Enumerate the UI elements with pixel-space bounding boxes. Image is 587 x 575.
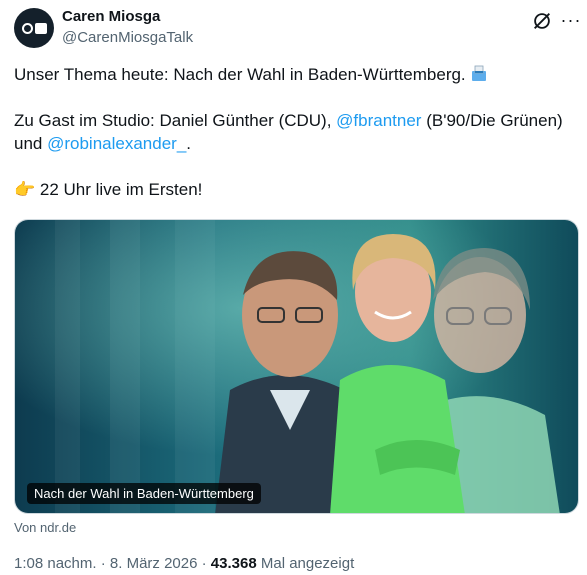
mention-robinalexander[interactable]: @robinalexander_ — [47, 134, 186, 153]
avatar-logo-block — [34, 22, 47, 34]
grok-icon[interactable] — [531, 10, 553, 32]
tweet-line-3: und @robinalexander_. — [14, 132, 579, 155]
avatar[interactable] — [14, 8, 54, 48]
tweet-line-3-suffix: . — [186, 134, 192, 153]
ballot-box-emoji — [472, 65, 487, 81]
avatar-logo-o — [21, 22, 33, 34]
card-image — [15, 220, 578, 513]
mention-fbrantner[interactable]: @fbrantner — [336, 111, 421, 130]
card-title[interactable]: Nach der Wahl in Baden-Württemberg — [27, 483, 261, 504]
separator: · — [96, 555, 110, 572]
tweet-line-3-text: und — [14, 134, 48, 153]
author-name[interactable]: Caren Miosga — [62, 8, 160, 25]
view-count: 43.368 — [210, 555, 257, 572]
tweet-line-1-text: Unser Thema heute: Nach der Wahl in Bade… — [14, 65, 471, 84]
author-handle[interactable]: @CarenMiosgaTalk — [62, 29, 193, 46]
more-icon[interactable]: ··· — [560, 9, 582, 31]
tweet-time[interactable]: 1:08 nachm. — [14, 555, 97, 572]
tweet-meta: 1:08 nachm. · 8. März 2026 · 43.368 Mal … — [14, 555, 354, 572]
tweet-line-4: 👉 22 Uhr live im Ersten! — [14, 178, 579, 201]
card-source[interactable]: Von ndr.de — [14, 520, 76, 535]
tweet-line-2: Zu Gast im Studio: Daniel Günther (CDU),… — [14, 109, 579, 132]
tweet-line-4-text: 22 Uhr live im Ersten! — [35, 180, 203, 199]
tweet-line-2-suffix: (B'90/Die Grünen) — [421, 111, 563, 130]
tweet-line-1: Unser Thema heute: Nach der Wahl in Bade… — [14, 63, 579, 86]
views-label: Mal angezeigt — [256, 555, 355, 572]
tweet-date[interactable]: 8. März 2026 — [110, 555, 198, 572]
tweet-text: Unser Thema heute: Nach der Wahl in Bade… — [14, 63, 579, 201]
pointing-hand-emoji: 👉 — [14, 180, 36, 199]
link-card[interactable]: Nach der Wahl in Baden-Württemberg — [14, 219, 579, 514]
separator: · — [197, 555, 211, 572]
tweet-line-2-text: Zu Gast im Studio: Daniel Günther (CDU), — [14, 111, 337, 130]
